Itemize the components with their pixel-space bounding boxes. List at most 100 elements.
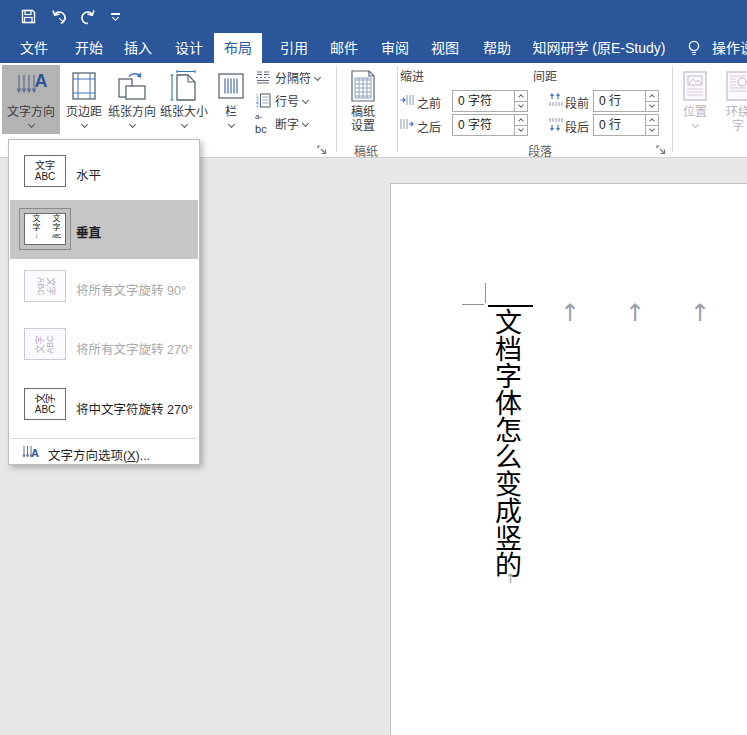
group-label-paragraph: 段落 [480, 142, 600, 159]
paper-size-icon [159, 68, 209, 104]
indent-before-input[interactable]: 0 字符 [452, 90, 528, 112]
margins-button[interactable]: 页边距 [63, 65, 105, 131]
tell-me-box[interactable]: 操作说 [712, 33, 747, 63]
paragraph-mark: ↑ [625, 299, 645, 327]
menu-item-rotate-chinese-270[interactable]: 文字ABC 将中文字符旋转 270° [10, 376, 198, 436]
rotate-90-icon: 文字ABC [24, 270, 66, 302]
line-numbers-icon: 123 [255, 93, 271, 108]
menu-item-rotate-all-90: 文字ABC 将所有文字旋转 90° [10, 259, 198, 316]
space-before-icon [548, 93, 563, 107]
tab-view[interactable]: 视图 [418, 33, 472, 63]
svg-text:A: A [31, 447, 39, 459]
lightbulb-icon[interactable] [687, 40, 701, 57]
spinner[interactable] [645, 91, 658, 111]
chevron-down-icon [27, 121, 34, 128]
menu-item-vertical[interactable]: 文字ABC 文字↓ 垂直 [10, 200, 198, 259]
tab-design[interactable]: 设计 [162, 33, 216, 63]
line-numbers-button[interactable]: 123 行号 [255, 91, 308, 109]
page-setup-dialog-launcher[interactable] [317, 145, 328, 156]
space-before-label: 段前 [565, 94, 589, 111]
orientation-button[interactable]: 纸张方向 [107, 65, 157, 131]
position-icon [676, 68, 714, 104]
paragraph-dialog-launcher[interactable] [656, 145, 667, 156]
orientation-icon [107, 68, 157, 104]
wrap-text-button: 环绕字 [716, 65, 747, 131]
columns-icon [212, 68, 250, 104]
breaks-icon [255, 70, 271, 85]
vertical-text-icon: 文字ABC 文字↓ [24, 213, 66, 245]
indent-before-label: 之前 [417, 94, 441, 111]
svg-text:A: A [35, 71, 48, 91]
text-direction-button[interactable]: A 文字方向 [2, 65, 60, 134]
group-label-manuscript: 稿纸 [336, 142, 396, 159]
columns-button[interactable]: 栏 [212, 65, 250, 131]
customize-toolbar-icon[interactable] [111, 13, 120, 20]
chevron-down-icon [691, 121, 698, 128]
save-icon[interactable] [21, 9, 36, 24]
indent-header: 缩进 [400, 67, 424, 84]
tab-file[interactable]: 文件 [7, 33, 61, 63]
tab-help[interactable]: 帮助 [470, 33, 524, 63]
tab-review[interactable]: 审阅 [368, 33, 422, 63]
hyphenation-button[interactable]: a-bc 断字 [255, 114, 308, 132]
rotate-270-icon: 文字ABC [24, 328, 66, 360]
word-window: 文件 开始 插入 设计 布局 引用 邮件 审阅 视图 帮助 知网研学 (原E-S… [0, 0, 747, 735]
chevron-down-icon [302, 120, 309, 127]
tab-cnki-estudy[interactable]: 知网研学 (原E-Study) [524, 33, 674, 63]
chevron-down-icon [302, 97, 309, 104]
text-direction-options-icon: A [22, 444, 40, 462]
svg-text:3: 3 [256, 103, 259, 108]
manuscript-setup-button[interactable]: 稿纸设置 [342, 65, 384, 134]
tab-layout[interactable]: 布局 [214, 33, 262, 63]
wrap-text-icon [716, 68, 747, 104]
position-button: 位置 [676, 65, 714, 131]
chevron-down-icon [128, 121, 135, 128]
menu-separator [11, 438, 197, 439]
spinner[interactable] [645, 115, 658, 135]
space-after-input[interactable]: 0 行 [593, 114, 659, 136]
redo-icon[interactable] [80, 9, 96, 25]
menu-item-text-direction-options[interactable]: A 文字方向选项(X)... [10, 441, 198, 464]
horizontal-text-icon: 文字ABC [24, 155, 66, 187]
breaks-button[interactable]: 分隔符 [255, 68, 320, 86]
spinner[interactable] [514, 91, 527, 111]
title-bar [0, 0, 747, 33]
paragraph-mark: ↑ [690, 299, 710, 327]
document-vertical-text[interactable]: 文档字体怎么变成竖的 [491, 308, 521, 578]
margins-icon [63, 68, 105, 104]
space-before-input[interactable]: 0 行 [593, 90, 659, 112]
space-after-icon [548, 117, 563, 131]
hyphenation-icon: a-bc [255, 112, 271, 135]
tab-mailings[interactable]: 邮件 [317, 33, 371, 63]
paragraph-mark: ↑ [505, 571, 516, 586]
text-cursor-line [488, 305, 533, 307]
tab-references[interactable]: 引用 [267, 33, 321, 63]
manuscript-grid-icon [342, 68, 384, 104]
tab-insert[interactable]: 插入 [111, 33, 165, 63]
chevron-down-icon [180, 121, 187, 128]
indent-after-input[interactable]: 0 字符 [452, 114, 528, 136]
rotate-chinese-icon: 文字ABC [24, 388, 66, 420]
tab-home[interactable]: 开始 [62, 33, 116, 63]
text-boundary-mark [485, 283, 486, 303]
space-after-label: 段后 [565, 118, 589, 135]
menu-item-horizontal[interactable]: 文字ABC 水平 [10, 145, 198, 200]
document-page[interactable] [390, 183, 747, 735]
menu-item-rotate-all-270: 文字ABC 将所有文字旋转 270° [10, 316, 198, 376]
paragraph-mark: ↑ [560, 299, 580, 327]
indent-before-icon [400, 93, 415, 107]
ribbon-tabs: 文件 开始 插入 设计 布局 引用 邮件 审阅 视图 帮助 知网研学 (原E-S… [0, 33, 747, 63]
paper-size-button[interactable]: 纸张大小 [159, 65, 209, 131]
indent-after-label: 之后 [417, 118, 441, 135]
text-direction-icon: A [2, 68, 60, 104]
quick-access-toolbar [0, 0, 747, 33]
chevron-down-icon [314, 74, 321, 81]
indent-after-icon [400, 117, 415, 131]
text-direction-menu: 文字ABC 水平 文字ABC 文字↓ 垂直 文字ABC 将所有文字旋转 90° … [8, 139, 200, 465]
text-boundary-mark [462, 304, 484, 305]
spinner[interactable] [514, 115, 527, 135]
undo-button[interactable] [51, 9, 65, 25]
chevron-down-icon [227, 121, 234, 128]
spacing-header: 间距 [533, 67, 557, 84]
chevron-down-icon [80, 121, 87, 128]
